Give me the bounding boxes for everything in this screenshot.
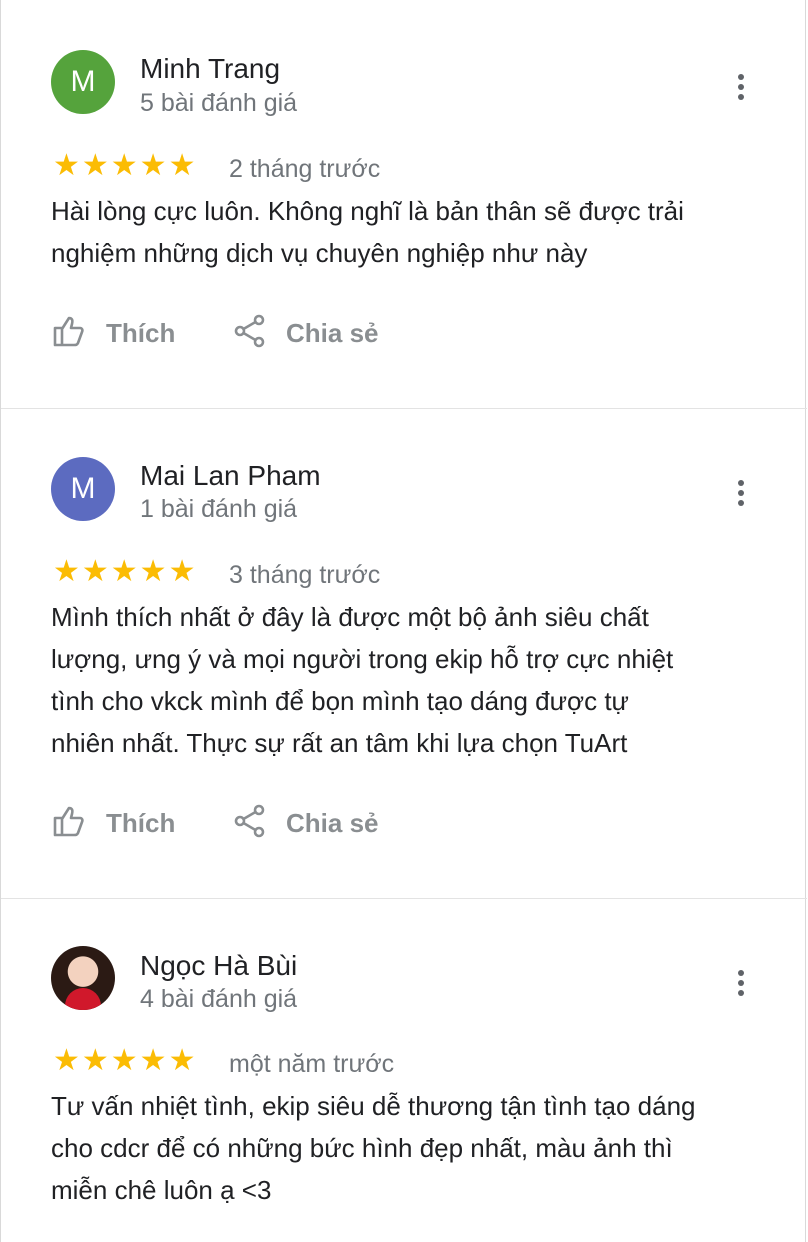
reviewer-name[interactable]: Mai Lan Pham <box>140 460 321 492</box>
star-rating: ★★★★★ <box>53 1044 198 1077</box>
review-text-line: tình cho vkck mình để bọn mình tạo dáng … <box>51 686 629 716</box>
thumbs-up-icon <box>53 806 84 837</box>
more-options-button[interactable] <box>727 478 755 508</box>
like-label[interactable]: Thích <box>106 808 175 839</box>
review-text-line: Hài lòng cực luôn. Không nghĩ là bản thâ… <box>51 196 684 226</box>
review-text-line: Mình thích nhất ở đây là được một bộ ảnh… <box>51 602 649 632</box>
review-text-line: miễn chê luôn ạ <3 <box>51 1175 272 1205</box>
share-label[interactable]: Chia sẻ <box>286 808 379 839</box>
review-text: Tư vấn nhiệt tình, ekip siêu dễ thương t… <box>51 1085 791 1211</box>
star-rating: ★★★★★ <box>53 149 198 182</box>
review-date: một năm trước <box>229 1050 395 1078</box>
review-card: M Minh Trang 5 bài đánh giá ★★★★★ 2 thán… <box>1 0 807 408</box>
like-label[interactable]: Thích <box>106 318 175 349</box>
more-options-button[interactable] <box>727 72 755 102</box>
divider <box>1 898 807 899</box>
avatar[interactable]: M <box>51 50 115 114</box>
star-rating: ★★★★★ <box>53 555 198 588</box>
more-vert-icon <box>738 480 744 486</box>
reviews-panel: M Minh Trang 5 bài đánh giá ★★★★★ 2 thán… <box>0 0 807 1242</box>
reviewer-name[interactable]: Ngọc Hà Bùi <box>140 950 297 982</box>
review-date: 3 tháng trước <box>229 561 381 589</box>
more-vert-icon <box>738 74 744 80</box>
avatar[interactable] <box>51 946 115 1010</box>
share-icon <box>234 314 265 348</box>
review-text-line: lượng, ưng ý và mọi người trong ekip hỗ … <box>51 644 674 674</box>
avatar[interactable]: M <box>51 457 115 521</box>
share-label[interactable]: Chia sẻ <box>286 318 379 349</box>
divider <box>1 408 807 409</box>
thumbs-up-icon <box>53 316 84 347</box>
reviewer-name[interactable]: Minh Trang <box>140 53 280 85</box>
review-text-line: nghiệm những dịch vụ chuyên nghiệp như n… <box>51 238 588 268</box>
reviewer-review-count: 5 bài đánh giá <box>140 89 298 117</box>
review-text-line: Tư vấn nhiệt tình, ekip siêu dễ thương t… <box>51 1091 696 1121</box>
review-date: 2 tháng trước <box>229 155 381 183</box>
review-text-line: cho cdcr để có những bức hình đẹp nhất, … <box>51 1133 673 1163</box>
reviewer-review-count: 4 bài đánh giá <box>140 985 298 1013</box>
more-options-button[interactable] <box>727 968 755 998</box>
share-icon <box>234 804 265 838</box>
review-text: Mình thích nhất ở đây là được một bộ ảnh… <box>51 596 791 764</box>
review-text-line: nhiên nhất. Thực sự rất an tâm khi lựa c… <box>51 728 628 758</box>
review-text: Hài lòng cực luôn. Không nghĩ là bản thâ… <box>51 190 791 274</box>
more-vert-icon <box>738 970 744 976</box>
reviewer-review-count: 1 bài đánh giá <box>140 495 298 523</box>
